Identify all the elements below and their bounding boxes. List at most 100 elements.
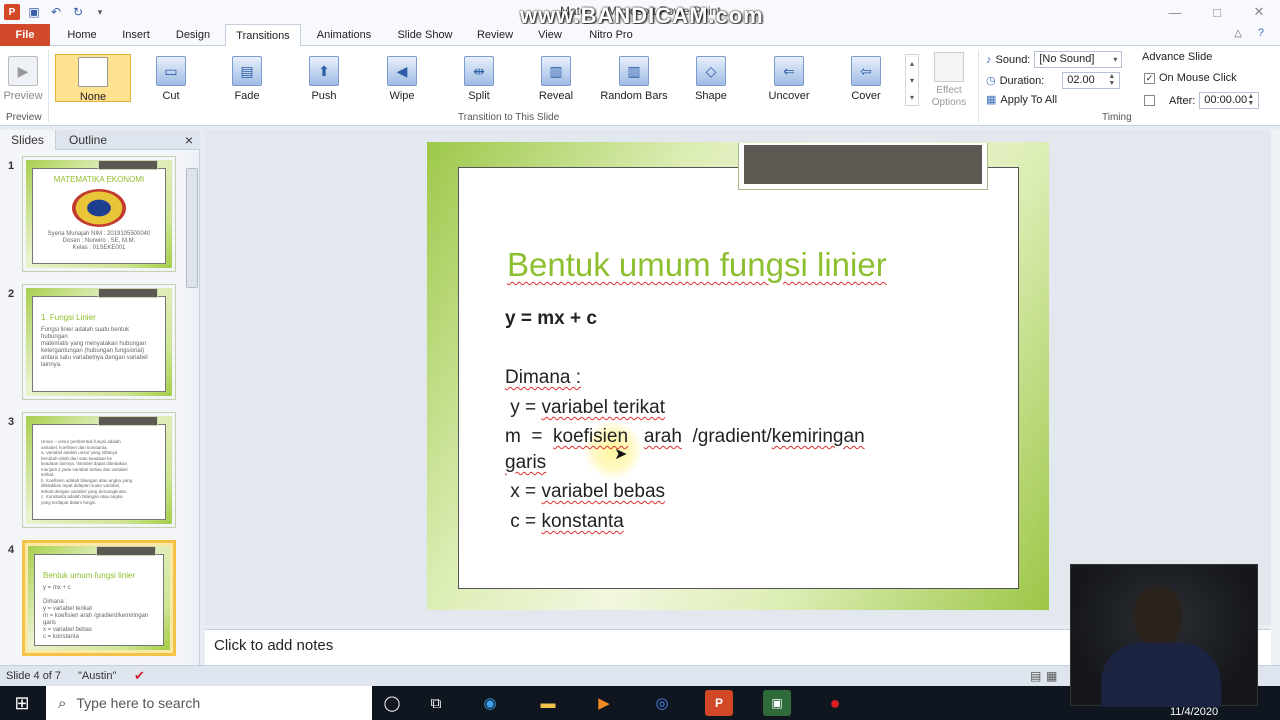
minimize-ribbon-icon[interactable]: △ [1234, 28, 1242, 39]
preview-button[interactable]: ▶ Preview [2, 54, 44, 102]
normal-view-icon[interactable]: ▤ [1030, 669, 1041, 683]
tab-slide-show[interactable]: Slide Show [388, 24, 462, 46]
definition-term: variabel terikat [541, 397, 665, 418]
transition-uncover[interactable]: ⇐ Uncover [756, 54, 822, 102]
tab-insert[interactable]: Insert [110, 24, 162, 46]
thumbnail-title: MATEMATIKA EKONOMI [53, 175, 145, 184]
tab-home[interactable]: Home [56, 24, 108, 46]
definition-symbol: y = [505, 397, 542, 418]
gallery-scroll[interactable]: ▴ ▾ ▾ [905, 54, 919, 106]
sound-value: [No Sound] [1039, 53, 1095, 65]
transition-label: Random Bars [600, 90, 668, 102]
spinner-icon: ▲ ▼ [1247, 93, 1255, 107]
edge-browser-icon[interactable]: ◉ [476, 690, 504, 716]
group-divider [978, 50, 979, 122]
transition-shape[interactable]: ◇ Shape [678, 54, 744, 102]
cortana-icon[interactable]: ◯ [378, 690, 406, 716]
sound-dropdown[interactable]: [No Sound] ▾ [1034, 51, 1123, 68]
thumbnail-line: garis [43, 620, 57, 626]
maximize-button[interactable]: □ [1196, 0, 1238, 24]
slides-scrollbar-thumb[interactable] [186, 168, 198, 288]
thumbnail-content: Unsur – unsur pembentuk fungsi adalah va… [32, 424, 166, 520]
undo-icon[interactable]: ↶ [48, 4, 64, 20]
thumbnail-line: Syeria Munajah NIM : 2019105500040 [47, 231, 151, 237]
spelling-check-icon[interactable]: ✔ [134, 668, 145, 684]
tab-nitro-pro[interactable]: Nitro Pro [580, 24, 642, 46]
thumbnail-line: matematis yang menyatakan hubungan [41, 341, 147, 347]
transition-push[interactable]: ⬆ Push [291, 54, 357, 102]
slide-title-text: Bentuk umum fungsi linier [507, 246, 887, 283]
customize-qat-icon[interactable]: ▾ [92, 4, 108, 20]
theme-name: "Austin" [78, 670, 117, 682]
duration-value: 02.00 [1067, 74, 1095, 86]
slide-thumbnail-3[interactable]: Unsur – unsur pembentuk fungsi adalah va… [22, 412, 176, 528]
transition-random-bars[interactable]: ▥ Random Bars [596, 54, 672, 102]
webcam-person-head [1133, 585, 1183, 647]
video-editor-icon[interactable]: ▣ [763, 690, 791, 716]
definition-term: garis [505, 452, 547, 473]
word-gap [628, 426, 644, 447]
powerpoint-logo-icon: P [4, 4, 20, 20]
tab-design[interactable]: Design [166, 24, 220, 46]
after-checkbox[interactable] [1144, 95, 1155, 106]
chrome-browser-icon[interactable]: ◎ [648, 690, 676, 716]
slide-thumbnail-1[interactable]: MATEMATIKA EKONOMI Syeria Munajah NIM : … [22, 156, 176, 272]
minimize-button[interactable]: — [1154, 0, 1196, 24]
equation-line: y = mx + c [505, 308, 597, 329]
after-spinner[interactable]: 00:00.00 ▲ ▼ [1199, 92, 1260, 109]
duration-spinner[interactable]: 02.00 ▲ ▼ [1062, 72, 1121, 89]
tab-animations[interactable]: Animations [306, 24, 382, 46]
thumbnail-line: Kelas : 01SEKE001 [72, 245, 126, 251]
slide-sorter-icon[interactable]: ▦ [1046, 669, 1057, 683]
close-button[interactable]: ✕ [1238, 0, 1280, 24]
thumbnail-header-band [96, 546, 156, 556]
task-view-icon[interactable]: ⧉ [422, 690, 450, 716]
file-explorer-icon[interactable]: ▬ [534, 690, 562, 716]
media-player-icon[interactable]: ▶ [590, 690, 618, 716]
thumbnail-background: 1. Fungsi Linier Fungsi linier adalah su… [26, 288, 172, 396]
tab-slides[interactable]: Slides [0, 130, 56, 150]
slide-title[interactable]: Bentuk umum fungsi linier [507, 246, 887, 284]
slide-thumbnail-4[interactable]: Bentuk umum fungsi linier y = mx + c Dim… [22, 540, 176, 656]
save-icon[interactable]: ▣ [26, 4, 42, 20]
tab-view[interactable]: View [528, 24, 572, 46]
definition-c: c = konstanta [505, 511, 624, 533]
thumbnail-header-band [98, 288, 158, 298]
sound-icon: ♪ [986, 53, 992, 66]
tab-file[interactable]: File [0, 24, 50, 46]
transition-fade[interactable]: ▤ Fade [214, 54, 280, 102]
thumbnail-background: MATEMATIKA EKONOMI Syeria Munajah NIM : … [26, 160, 172, 268]
transition-cover[interactable]: ⇦ Cover [833, 54, 899, 102]
close-pane-icon[interactable]: × [180, 130, 198, 150]
thumbnail-line: Dimana : [43, 599, 68, 605]
windows-start-icon[interactable]: ⊞ [8, 690, 36, 716]
redo-icon[interactable]: ↻ [70, 4, 86, 20]
transition-cover-icon: ⇦ [851, 56, 881, 86]
definition-m: m = koefisien arah /gradient/kemiringan [505, 426, 865, 448]
on-mouse-click-checkbox[interactable]: ✓ [1144, 72, 1155, 84]
chevron-down-icon: ▾ [1113, 55, 1118, 64]
apply-all-icon: ▦ [986, 94, 997, 106]
notes-placeholder[interactable]: Click to add notes [214, 637, 333, 654]
apply-all-label: Apply To All [1000, 93, 1058, 106]
bandicam-record-icon[interactable]: ● [821, 690, 849, 716]
effect-options-button[interactable]: Effect Options [924, 52, 974, 109]
help-icon[interactable]: ? [1258, 27, 1264, 39]
transition-split[interactable]: ⇹ Split [446, 54, 512, 102]
transition-none[interactable]: None [55, 54, 131, 103]
tab-outline[interactable]: Outline [60, 130, 116, 150]
taskbar-search[interactable]: ⌕ Type here to search [46, 686, 372, 720]
definition-symbol: x = [505, 481, 542, 502]
transition-reveal[interactable]: ▥ Reveal [523, 54, 589, 102]
tab-review[interactable]: Review [468, 24, 522, 46]
tab-transitions[interactable]: Transitions [225, 24, 301, 47]
canvas-scrollbar[interactable] [1271, 130, 1280, 665]
transition-label: Cut [162, 90, 180, 102]
powerpoint-taskbar-icon[interactable]: P [705, 690, 733, 716]
apply-to-all-button[interactable]: ▦ Apply To All [986, 93, 1058, 107]
transition-cut[interactable]: ▭ Cut [138, 54, 204, 102]
on-mouse-click-option[interactable]: ✓ On Mouse Click [1144, 72, 1237, 84]
search-placeholder: Type here to search [76, 695, 201, 711]
slide-thumbnail-2[interactable]: 1. Fungsi Linier Fungsi linier adalah su… [22, 284, 176, 400]
transition-wipe[interactable]: ◀ Wipe [369, 54, 435, 102]
